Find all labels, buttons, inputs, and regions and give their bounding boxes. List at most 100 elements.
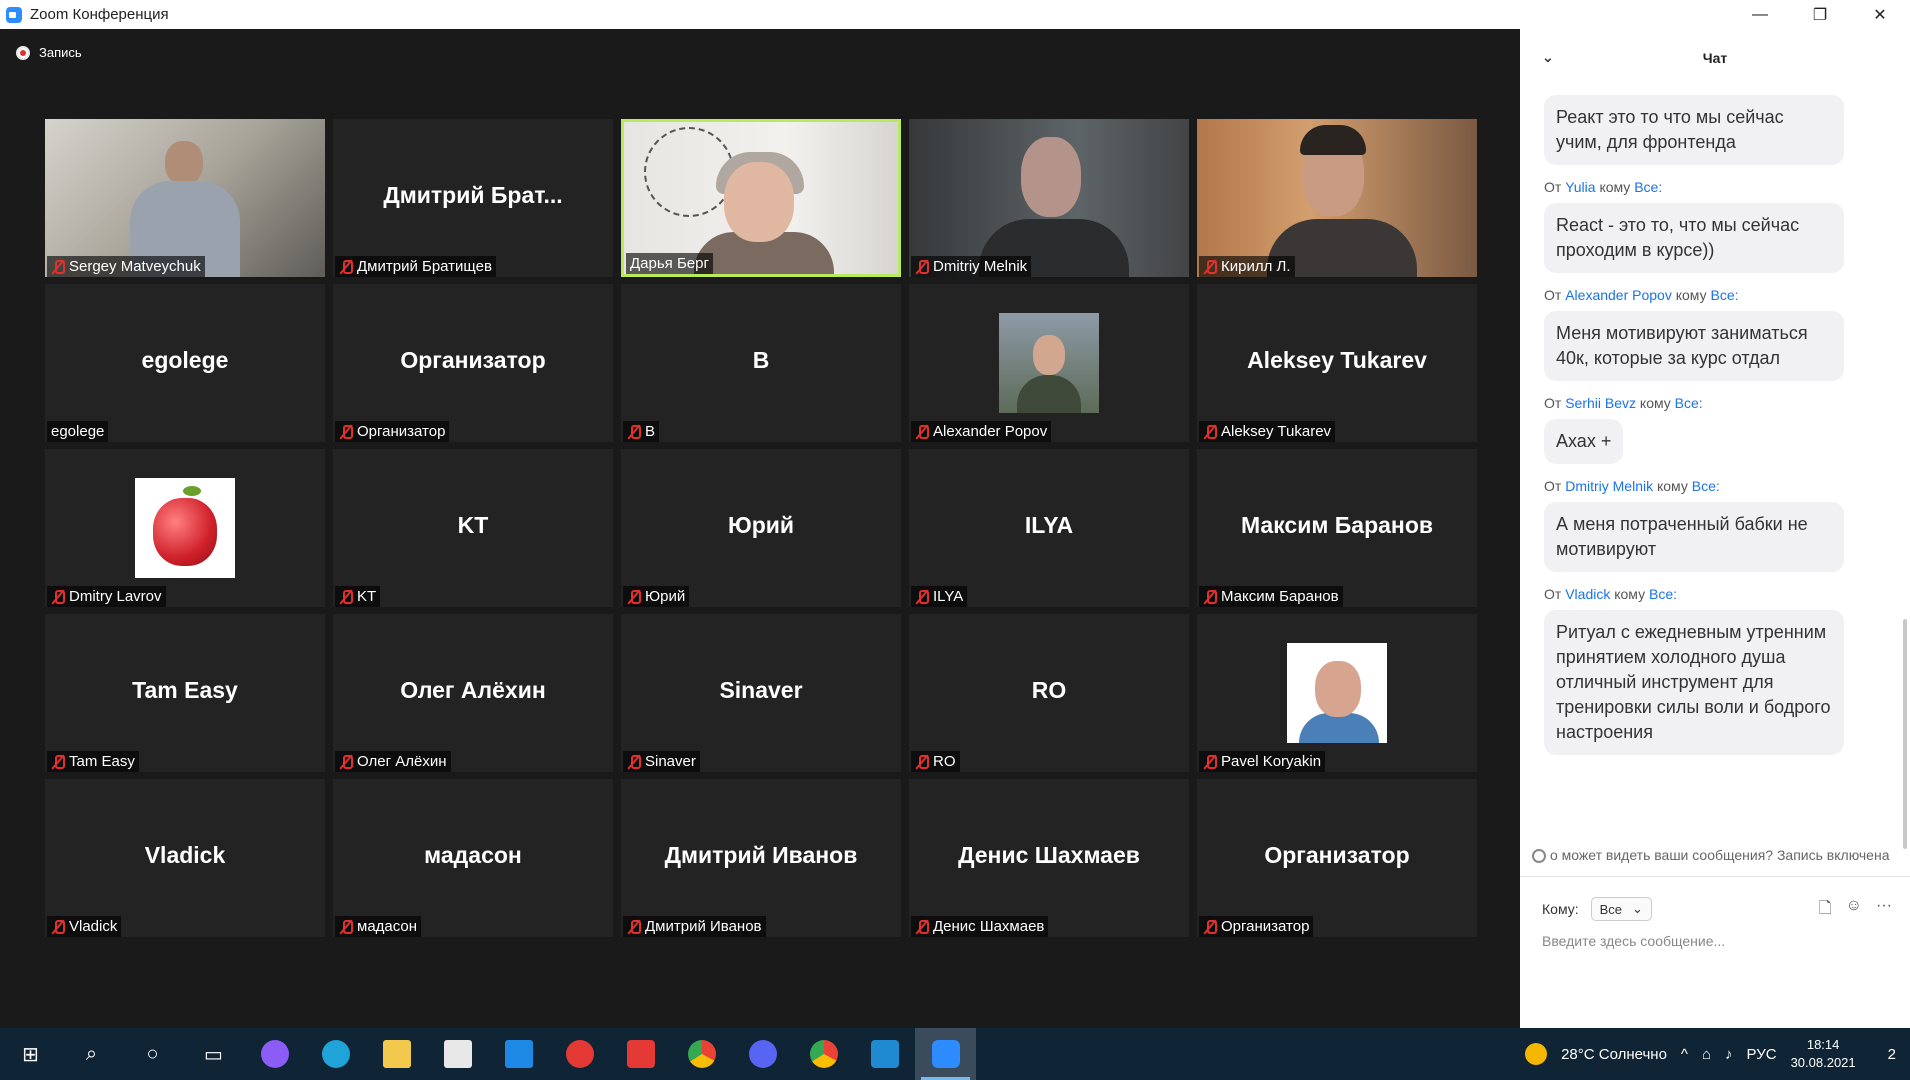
participant-display-name: Дмитрий Иванов bbox=[664, 841, 858, 868]
chevron-down-icon[interactable]: ⌄ bbox=[1542, 49, 1554, 66]
weather-label[interactable]: 28°C Солнечно bbox=[1561, 1046, 1667, 1063]
mic-muted-icon bbox=[915, 754, 929, 770]
recording-label: Запись bbox=[39, 45, 82, 60]
maximize-button[interactable]: ❐ bbox=[1790, 0, 1850, 29]
sun-icon bbox=[1525, 1043, 1548, 1065]
participant-tile[interactable]: Sergey Matveychuk bbox=[45, 119, 325, 277]
speaker-icon[interactable]: ♪ bbox=[1725, 1046, 1733, 1063]
mail-icon bbox=[504, 1040, 533, 1068]
participant-tile[interactable]: Дмитрий Иванов Дмитрий Иванов bbox=[621, 779, 901, 937]
taskbar-app-chrome-2[interactable] bbox=[793, 1028, 854, 1080]
recipient-label: Кому: bbox=[1542, 901, 1579, 917]
participant-display-name: egolege bbox=[141, 346, 229, 373]
mic-muted-icon bbox=[915, 919, 929, 935]
vscode-icon bbox=[870, 1040, 899, 1068]
taskbar-app-discord[interactable] bbox=[732, 1028, 793, 1080]
chat-privacy-notice[interactable]: о может видеть ваши сообщения? Запись вк… bbox=[1532, 847, 1910, 864]
search-button[interactable]: ⌕ bbox=[61, 1028, 122, 1080]
participant-tile[interactable]: Dmitriy Melnik bbox=[909, 119, 1189, 277]
message-input[interactable]: Введите здесь сообщение... bbox=[1542, 933, 1725, 949]
alice-icon bbox=[260, 1040, 289, 1068]
clock[interactable]: 18:14 30.08.2021 bbox=[1791, 1036, 1870, 1072]
taskbar-app-zoom[interactable] bbox=[915, 1028, 976, 1080]
participant-display-name: Дмитрий Брат... bbox=[383, 181, 563, 208]
time: 18:14 bbox=[1806, 1037, 1840, 1052]
participant-label: Организатор bbox=[335, 421, 450, 442]
taskbar-app-chrome[interactable] bbox=[671, 1028, 732, 1080]
mic-muted-icon bbox=[627, 919, 641, 935]
mic-muted-icon bbox=[1203, 259, 1217, 275]
participant-tile[interactable]: B B bbox=[621, 284, 901, 442]
participant-tile-active-speaker[interactable]: Дарья Берг bbox=[621, 119, 901, 277]
participant-tile[interactable]: Организатор Организатор bbox=[1197, 779, 1477, 937]
window-title: Zoom Конференция bbox=[30, 6, 169, 23]
participant-tile[interactable]: Alexander Popov bbox=[909, 284, 1189, 442]
taskbar-app-store[interactable] bbox=[427, 1028, 488, 1080]
taskbar-app-explorer[interactable] bbox=[366, 1028, 427, 1080]
taskbar-app-alice[interactable] bbox=[244, 1028, 305, 1080]
message-bubble: А меня потраченный бабки не мотивируют bbox=[1544, 502, 1844, 572]
participant-tile[interactable]: KT KT bbox=[333, 449, 613, 607]
mic-muted-icon bbox=[339, 919, 353, 935]
taskbar-app-mail[interactable] bbox=[488, 1028, 549, 1080]
gallery-grid: Sergey Matveychuk Дмитрий Брат... Дмитри… bbox=[45, 119, 1477, 937]
message-sender: От Vladick кому Все: bbox=[1544, 586, 1677, 602]
chat-scrollbar[interactable] bbox=[1903, 619, 1907, 849]
participant-tile[interactable]: ILYA ILYA bbox=[909, 449, 1189, 607]
participant-label: Alexander Popov bbox=[911, 421, 1052, 442]
mic-muted-icon bbox=[915, 424, 929, 440]
taskbar-app-vscode[interactable] bbox=[854, 1028, 915, 1080]
notification-badge[interactable]: 2 bbox=[1888, 1046, 1896, 1063]
participant-tile[interactable]: Tam Easy Tam Easy bbox=[45, 614, 325, 772]
participant-display-name: Sinaver bbox=[719, 676, 803, 703]
file-icon[interactable]: 🗋 bbox=[1819, 897, 1832, 924]
windows-taskbar: ⊞ ⌕ ○ ▭ 28°C Солнечно ^ ⌂ ♪ РУС 18:14 30… bbox=[0, 1028, 1910, 1080]
participant-label: Tam Easy bbox=[47, 751, 139, 772]
message-sender: От Yulia кому Все: bbox=[1544, 179, 1663, 195]
recording-indicator[interactable]: Запись bbox=[16, 45, 82, 60]
video-feed bbox=[624, 122, 898, 274]
message-bubble: React - это то, что мы сейчас проходим в… bbox=[1544, 203, 1844, 273]
participant-tile[interactable]: Vladick Vladick bbox=[45, 779, 325, 937]
discord-icon bbox=[748, 1040, 777, 1068]
participant-label: Организатор bbox=[1199, 916, 1314, 937]
minimize-button[interactable]: — bbox=[1730, 0, 1790, 29]
participant-tile[interactable]: Dmitry Lavrov bbox=[45, 449, 325, 607]
lang-indicator[interactable]: РУС bbox=[1747, 1046, 1777, 1063]
participant-tile[interactable]: Sinaver Sinaver bbox=[621, 614, 901, 772]
participant-display-name: Денис Шахмаев bbox=[958, 841, 1140, 868]
participant-tile[interactable]: Денис Шахмаев Денис Шахмаев bbox=[909, 779, 1189, 937]
participant-tile[interactable]: Юрий Юрий bbox=[621, 449, 901, 607]
close-button[interactable]: ✕ bbox=[1850, 0, 1910, 29]
more-icon[interactable]: ··· bbox=[1876, 897, 1892, 924]
taskbar-app-yandex[interactable] bbox=[549, 1028, 610, 1080]
participant-tile[interactable]: Pavel Koryakin bbox=[1197, 614, 1477, 772]
taskbar-app-yandex-search[interactable] bbox=[610, 1028, 671, 1080]
yandex-icon bbox=[626, 1040, 655, 1068]
emoji-icon[interactable]: ☺ bbox=[1846, 897, 1862, 924]
start-button[interactable]: ⊞ bbox=[0, 1028, 61, 1080]
participant-tile[interactable]: egolege egolege bbox=[45, 284, 325, 442]
chevron-up-icon[interactable]: ^ bbox=[1681, 1046, 1688, 1063]
meeting-area: Запись Sergey Matveychuk Дмитрий Брат...… bbox=[0, 29, 1520, 1028]
participant-display-name: B bbox=[752, 346, 770, 373]
participant-tile[interactable]: Aleksey Tukarev Aleksey Tukarev bbox=[1197, 284, 1477, 442]
network-icon[interactable]: ⌂ bbox=[1702, 1046, 1711, 1063]
mic-muted-icon bbox=[339, 424, 353, 440]
participant-tile[interactable]: Максим Баранов Максим Баранов bbox=[1197, 449, 1477, 607]
task-view-button[interactable]: ▭ bbox=[183, 1028, 244, 1080]
recipient-dropdown[interactable]: Все ⌄ bbox=[1590, 897, 1652, 921]
participant-tile[interactable]: RO RO bbox=[909, 614, 1189, 772]
participant-tile[interactable]: мадасон мадасон bbox=[333, 779, 613, 937]
participant-tile[interactable]: Дмитрий Брат... Дмитрий Братищев bbox=[333, 119, 613, 277]
participant-tile[interactable]: Олег Алёхин Олег Алёхин bbox=[333, 614, 613, 772]
title-bar: Zoom Конференция bbox=[0, 0, 1520, 29]
chrome-icon bbox=[687, 1040, 716, 1068]
circle-icon: ○ bbox=[146, 1042, 159, 1065]
mic-muted-icon bbox=[339, 259, 353, 275]
participant-tile[interactable]: Организатор Организатор bbox=[333, 284, 613, 442]
cortana-button[interactable]: ○ bbox=[122, 1028, 183, 1080]
taskbar-app-edge[interactable] bbox=[305, 1028, 366, 1080]
participant-label: Aleksey Tukarev bbox=[1199, 421, 1336, 442]
participant-tile[interactable]: Кирилл Л. bbox=[1197, 119, 1477, 277]
